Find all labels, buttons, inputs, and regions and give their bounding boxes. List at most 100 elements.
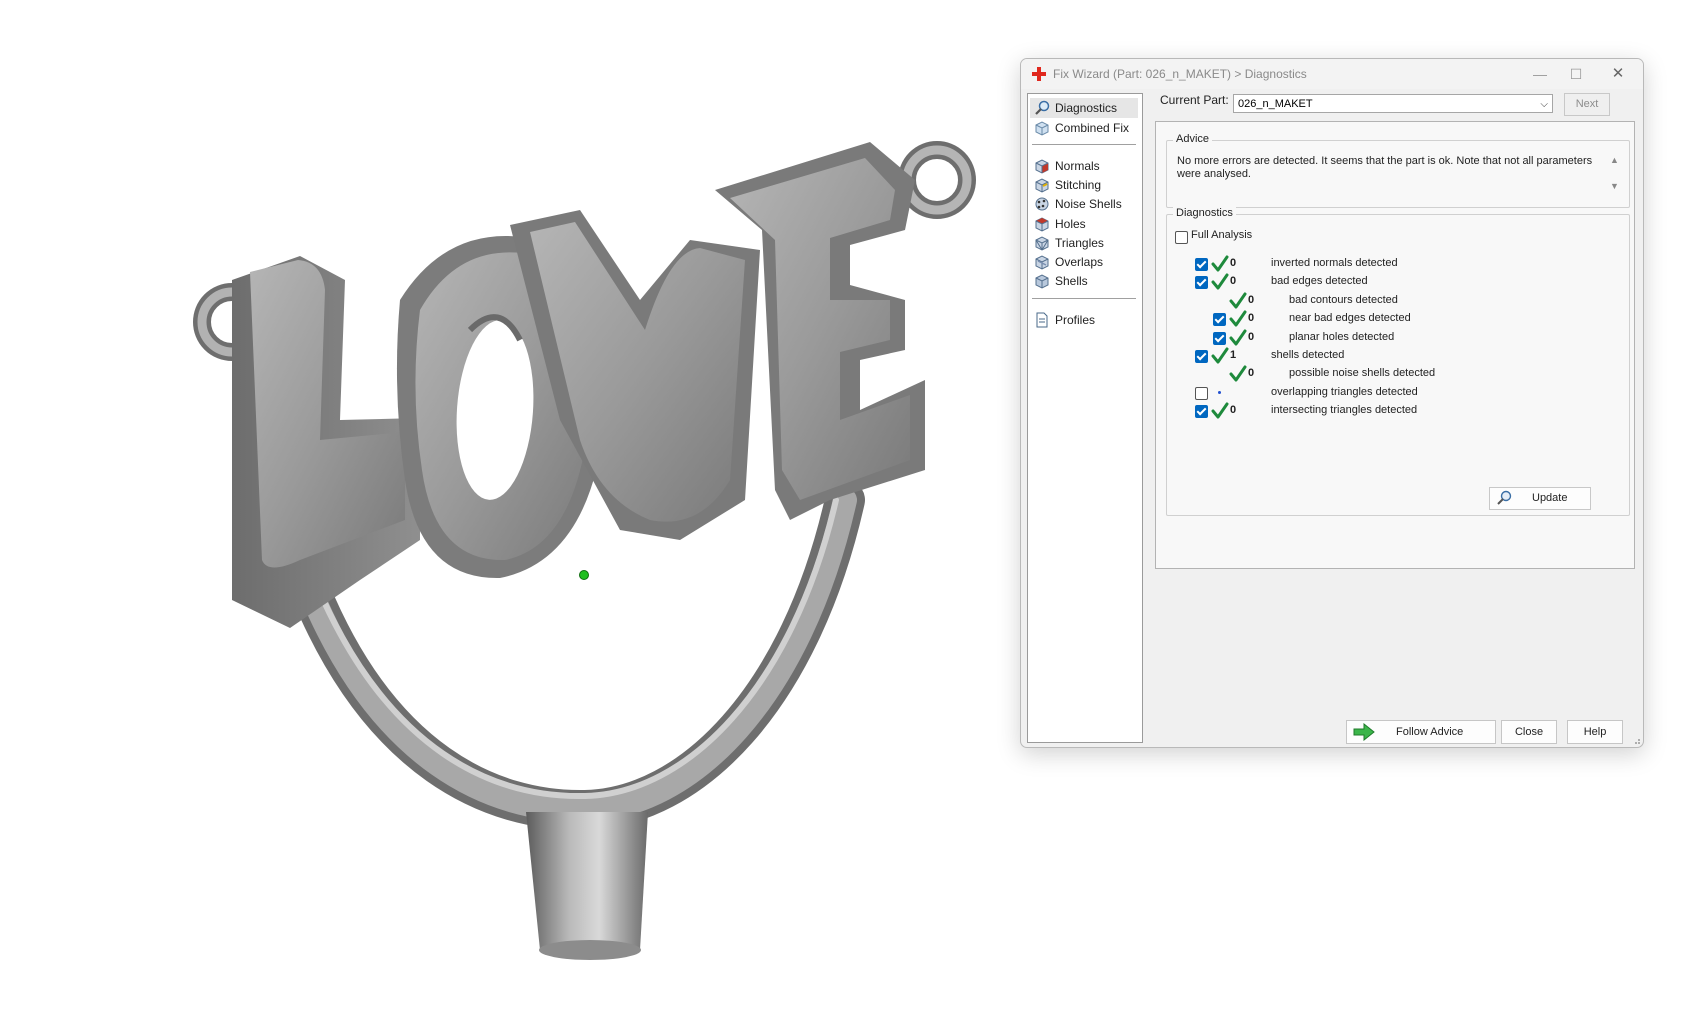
- title-bar[interactable]: Fix Wizard (Part: 026_n_MAKET) > Diagnos…: [1021, 59, 1643, 89]
- nav-item-triangles[interactable]: Triangles: [1030, 233, 1138, 253]
- scroll-up-arrow-icon[interactable]: ▲: [1610, 155, 1619, 165]
- diagnostic-checkbox[interactable]: [1195, 350, 1208, 363]
- nav-label: Shells: [1055, 274, 1088, 288]
- nav-item-shells[interactable]: Shells: [1030, 271, 1138, 291]
- love-pendant-model: [193, 141, 976, 960]
- nav-item-normals[interactable]: Normals: [1030, 156, 1138, 176]
- diagnostic-checkbox[interactable]: [1213, 332, 1226, 345]
- diagnostic-text: inverted normals detected: [1271, 257, 1398, 269]
- chevron-down-icon: ⌵: [1540, 99, 1548, 110]
- update-label: Update: [1532, 492, 1568, 504]
- red-cross-app-icon: [1032, 67, 1046, 81]
- diagnostic-checkbox[interactable]: [1195, 387, 1208, 400]
- diagnostic-row: 0 planar holes detected: [1167, 329, 1607, 347]
- diagnostic-checkbox[interactable]: [1213, 313, 1226, 326]
- diagnostic-checkbox[interactable]: [1195, 405, 1208, 418]
- diagnostic-text: bad edges detected: [1271, 275, 1368, 287]
- nav-divider: [1032, 298, 1136, 299]
- nav-label: Noise Shells: [1055, 197, 1122, 211]
- diagnostic-row: 0 inverted normals detected: [1167, 255, 1607, 273]
- green-checkmark-icon: [1229, 329, 1247, 346]
- full-analysis-checkbox[interactable]: [1175, 231, 1188, 244]
- nav-label: Combined Fix: [1055, 121, 1130, 135]
- diagnostic-text: intersecting triangles detected: [1271, 404, 1418, 416]
- diagnostic-row: 0 possible noise shells detected: [1167, 365, 1607, 383]
- diagnostic-row: 0 near bad edges detected: [1167, 310, 1607, 328]
- diagnostic-count: 0: [1230, 275, 1237, 287]
- green-checkmark-icon: [1229, 365, 1247, 382]
- diagnostic-text: possible noise shells detected: [1289, 367, 1436, 379]
- nav-item-combined-fix[interactable]: Combined Fix: [1030, 118, 1138, 138]
- maximize-icon[interactable]: ☐: [1561, 63, 1591, 85]
- nav-item-holes[interactable]: Holes: [1030, 214, 1138, 234]
- minimize-icon[interactable]: —: [1525, 63, 1555, 85]
- diagnostic-count: 0: [1248, 367, 1255, 379]
- diagnostic-count: 1: [1230, 349, 1237, 361]
- nav-label: Stitching: [1055, 178, 1102, 192]
- current-part-label: Current Part:: [1160, 93, 1229, 107]
- shells-cube-icon: [1035, 274, 1049, 289]
- profiles-document-icon: [1036, 312, 1048, 328]
- advice-group-title: Advice: [1173, 133, 1213, 145]
- diagnostic-count: 0: [1248, 331, 1255, 343]
- pick-point-marker: [579, 570, 589, 580]
- nav-label: Overlaps: [1055, 255, 1104, 269]
- triangles-cube-icon: [1035, 236, 1049, 251]
- diagnostic-text: bad contours detected: [1289, 294, 1398, 306]
- diagnostic-text: near bad edges detected: [1289, 312, 1411, 324]
- diagnostic-row: overlapping triangles detected: [1167, 384, 1607, 402]
- diagnostic-text: overlapping triangles detected: [1271, 386, 1418, 398]
- green-checkmark-icon: [1211, 273, 1229, 290]
- nav-label: Profiles: [1055, 313, 1096, 327]
- green-checkmark-icon: [1211, 255, 1229, 272]
- diagnostic-row: 0 bad edges detected: [1167, 273, 1607, 291]
- overlaps-cube-icon: [1035, 255, 1049, 270]
- advice-group: Advice No more errors are detected. It s…: [1166, 133, 1630, 208]
- update-button[interactable]: Update: [1489, 487, 1591, 510]
- follow-advice-button[interactable]: Follow Advice: [1346, 720, 1496, 744]
- diagnostics-magnifier-icon: [1035, 100, 1050, 115]
- diagnostic-text: shells detected: [1271, 349, 1345, 361]
- close-button[interactable]: Close: [1501, 720, 1557, 744]
- nav-item-noise-shells[interactable]: Noise Shells: [1030, 194, 1138, 214]
- close-window-icon[interactable]: ✕: [1603, 63, 1633, 85]
- diagnostic-checkbox[interactable]: [1195, 276, 1208, 289]
- not-analysed-dot-icon: [1218, 391, 1221, 394]
- next-button[interactable]: Next: [1564, 93, 1610, 116]
- diagnostic-count: 0: [1230, 257, 1237, 269]
- window-title: Fix Wizard (Part: 026_n_MAKET) > Diagnos…: [1053, 67, 1307, 81]
- resize-grip-icon[interactable]: [1631, 735, 1641, 745]
- nav-divider: [1032, 144, 1136, 145]
- combined-fix-icon: [1035, 121, 1049, 136]
- help-button[interactable]: Help: [1567, 720, 1623, 744]
- green-checkmark-icon: [1229, 310, 1247, 327]
- nav-item-stitching[interactable]: Stitching: [1030, 175, 1138, 195]
- nav-label: Normals: [1055, 159, 1100, 173]
- green-arrow-right-icon: [1353, 723, 1375, 741]
- diagnostics-content-panel: Advice No more errors are detected. It s…: [1155, 121, 1635, 569]
- diagnostic-count: 0: [1248, 294, 1255, 306]
- nav-item-profiles[interactable]: Profiles: [1030, 310, 1138, 330]
- nav-item-overlaps[interactable]: Overlaps: [1030, 252, 1138, 272]
- green-checkmark-icon: [1211, 402, 1229, 419]
- current-part-value: 026_n_MAKET: [1238, 98, 1313, 110]
- follow-advice-label: Follow Advice: [1396, 726, 1464, 738]
- full-analysis-label: Full Analysis: [1191, 229, 1253, 241]
- diagnostic-count: 0: [1248, 312, 1255, 324]
- diagnostic-checkbox[interactable]: [1195, 258, 1208, 271]
- diagnostic-row: 0 intersecting triangles detected: [1167, 402, 1607, 420]
- noise-shells-icon: [1035, 197, 1049, 211]
- scroll-down-arrow-icon[interactable]: ▼: [1610, 181, 1619, 191]
- holes-cube-icon: [1035, 217, 1049, 232]
- update-magnifier-icon: [1497, 490, 1512, 505]
- diagnostic-row: 0 bad contours detected: [1167, 292, 1607, 310]
- green-checkmark-icon: [1229, 292, 1247, 309]
- nav-label: Holes: [1055, 217, 1086, 231]
- nav-item-diagnostics[interactable]: Diagnostics: [1030, 98, 1138, 118]
- fix-wizard-dialog: Fix Wizard (Part: 026_n_MAKET) > Diagnos…: [1020, 58, 1644, 748]
- green-checkmark-icon: [1211, 347, 1229, 364]
- current-part-dropdown[interactable]: 026_n_MAKET ⌵: [1233, 94, 1553, 113]
- nav-label: Triangles: [1055, 236, 1104, 250]
- nav-label: Diagnostics: [1055, 101, 1118, 115]
- wizard-nav-panel: Diagnostics Combined Fix Normals Stitchi…: [1027, 93, 1143, 743]
